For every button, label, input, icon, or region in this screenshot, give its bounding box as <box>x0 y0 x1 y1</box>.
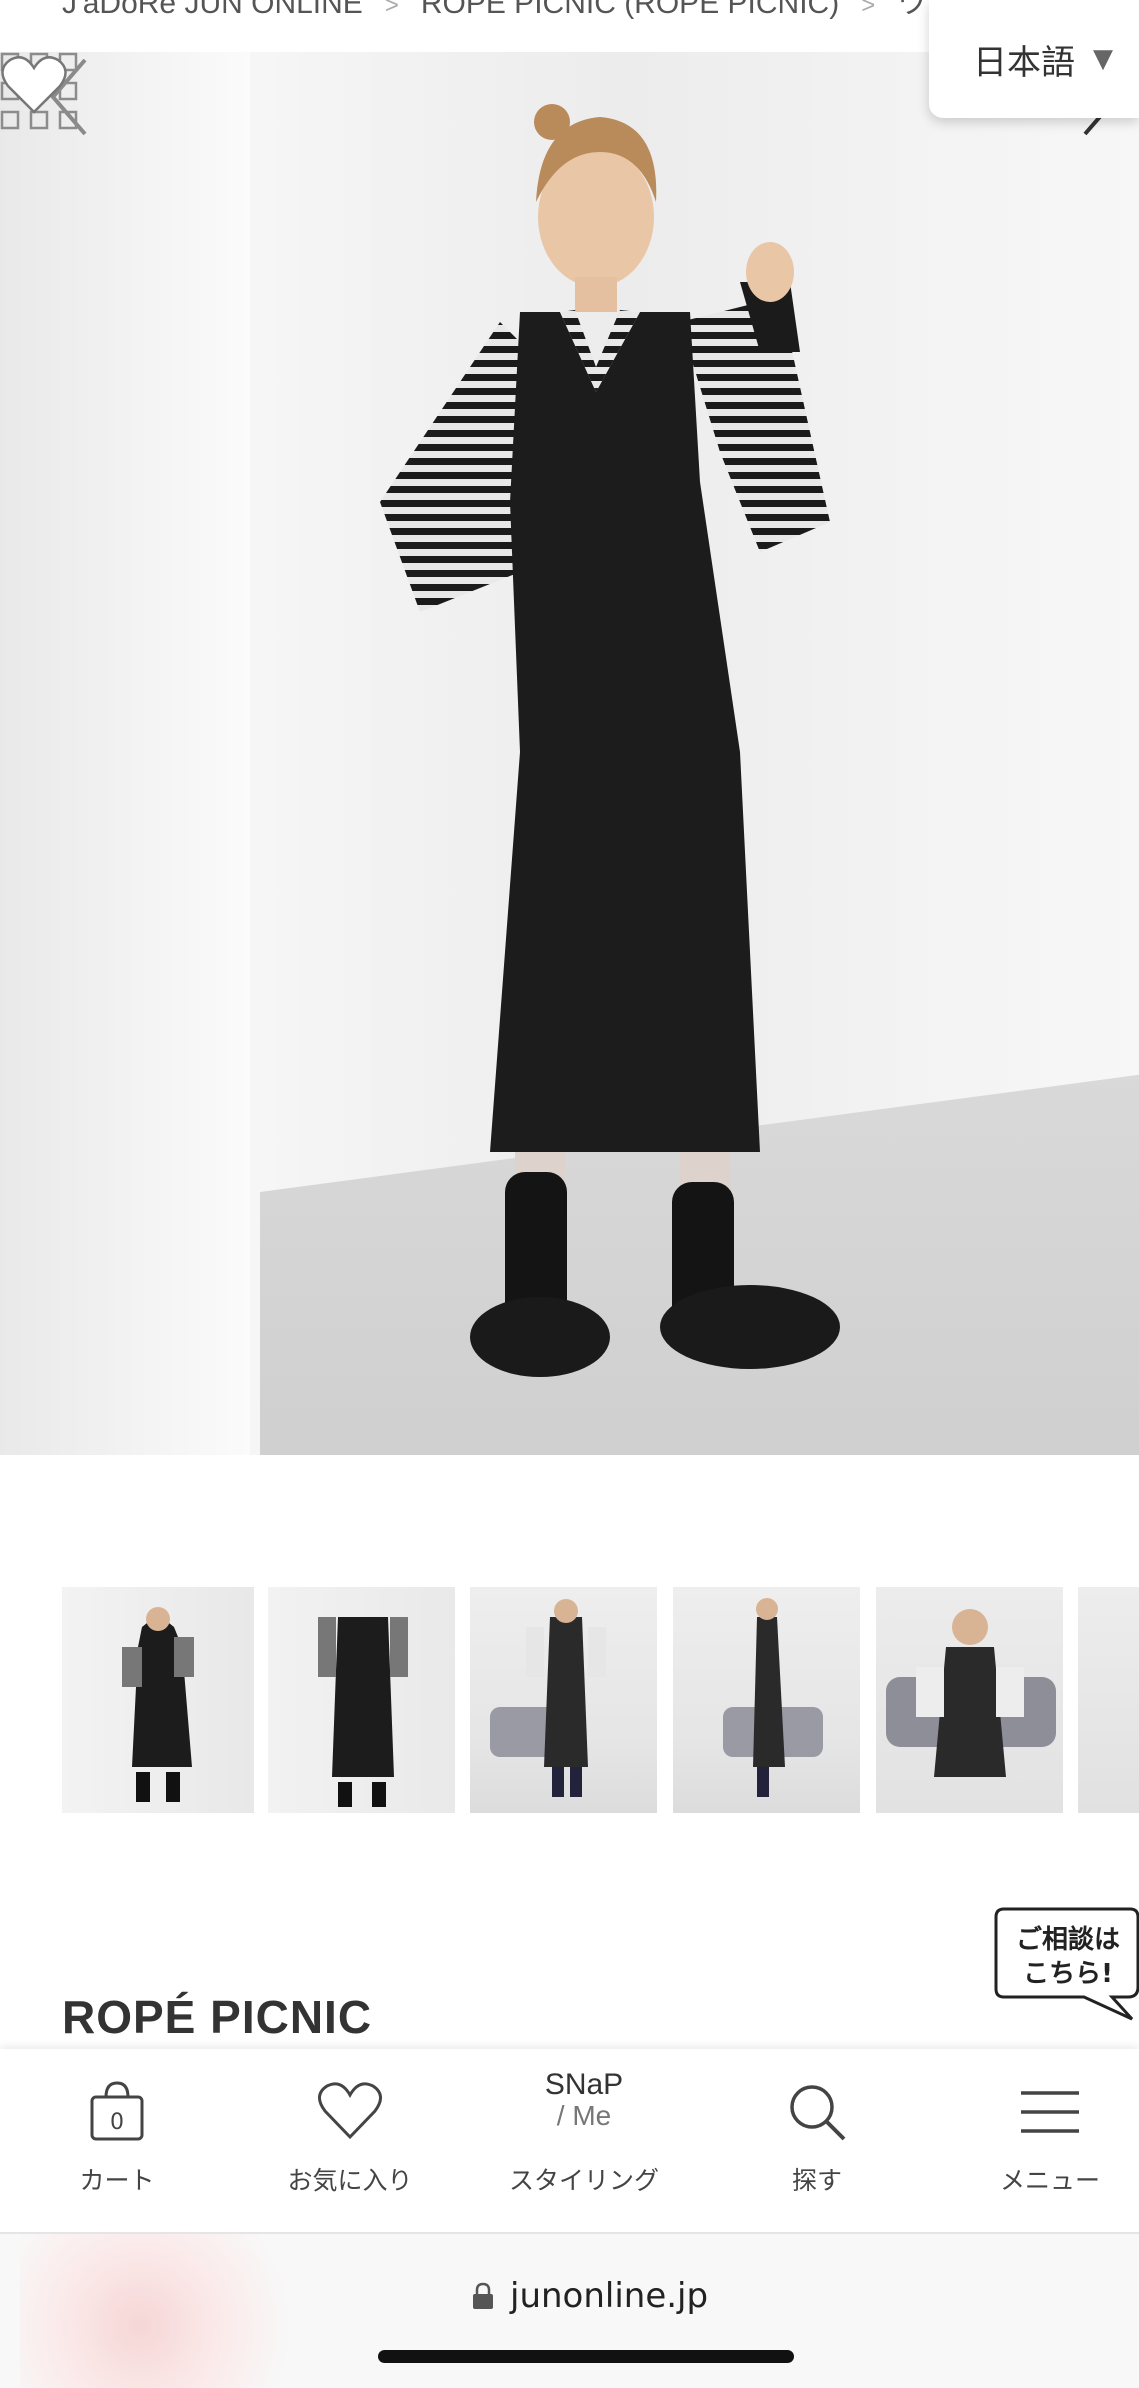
lock-icon <box>473 2282 493 2309</box>
brand-name[interactable]: ROPÉ PICNIC <box>62 1990 372 2044</box>
address-field[interactable]: junonline.jp <box>472 2276 708 2316</box>
nav-cart-label: カート <box>79 2166 155 2195</box>
nav-styling-label: スタイリング <box>508 2166 659 2195</box>
nav-favorites-label: お気に入り <box>287 2166 413 2195</box>
nav-menu[interactable]: メニュー <box>936 2049 1139 2232</box>
snap-logo-bottom: / Me <box>556 2100 612 2131</box>
heart-outline-icon <box>318 2082 382 2140</box>
language-selected: 日本語 <box>973 42 1075 83</box>
breadcrumb-separator: > <box>861 0 876 19</box>
hamburger-menu-icon <box>1021 2091 1079 2133</box>
breadcrumb-separator: > <box>384 0 399 19</box>
nav-menu-label: メニュー <box>999 2166 1100 2195</box>
nav-search[interactable]: 探す <box>703 2049 931 2232</box>
consult-text: ご相談は こちら! <box>1008 1923 1128 1991</box>
heart-icon[interactable] <box>0 52 67 119</box>
snap-me-logo: SNaP / Me <box>539 2069 629 2149</box>
thumbnail-2[interactable] <box>268 1587 455 1813</box>
cart-count: 0 <box>110 2110 124 2135</box>
product-main-image[interactable] <box>0 52 1139 1455</box>
thumbnail-5[interactable] <box>876 1587 1063 1813</box>
consult-button[interactable]: ご相談は こちら! <box>992 1905 1139 2023</box>
home-indicator[interactable] <box>378 2350 794 2363</box>
language-select[interactable]: 日本語 ▼ <box>929 0 1139 118</box>
browser-url-bar[interactable]: junonline.jp <box>0 2234 1139 2388</box>
caret-down-icon: ▼ <box>1093 44 1113 74</box>
thumbnail-6[interactable] <box>1078 1587 1139 1813</box>
nav-styling[interactable]: SNaP / Me スタイリング <box>470 2049 698 2232</box>
thumbnail-1[interactable] <box>62 1587 254 1813</box>
consult-line-1: ご相談は <box>1015 1925 1120 1955</box>
thumbnail-strip[interactable] <box>0 1587 1139 1813</box>
cart-bag-icon: 0 <box>90 2081 144 2141</box>
breadcrumb-item-home[interactable]: J'aDoRe JUN ONLINE <box>62 0 363 20</box>
tab-preview-thumbnail <box>20 2234 320 2388</box>
search-icon <box>790 2085 846 2141</box>
thumbnail-4[interactable] <box>673 1587 860 1813</box>
model-figure <box>380 104 840 1377</box>
consult-line-2: こちら! <box>1023 1959 1113 1989</box>
breadcrumb-item-brand[interactable]: ROPÉ PICNIC (ROPÉ PICNIC) <box>421 0 839 20</box>
nav-search-label: 探す <box>791 2166 842 2195</box>
url-text: junonline.jp <box>510 2276 709 2316</box>
nav-favorites[interactable]: お気に入り <box>236 2049 464 2232</box>
nav-cart[interactable]: 0 カート <box>3 2049 231 2232</box>
snap-logo-top: SNaP <box>544 2068 624 2101</box>
thumbnail-3[interactable] <box>470 1587 657 1813</box>
bottom-nav: 0 カート お気に入り SNaP / Me スタイリング 探す メニュー <box>0 2049 1139 2234</box>
